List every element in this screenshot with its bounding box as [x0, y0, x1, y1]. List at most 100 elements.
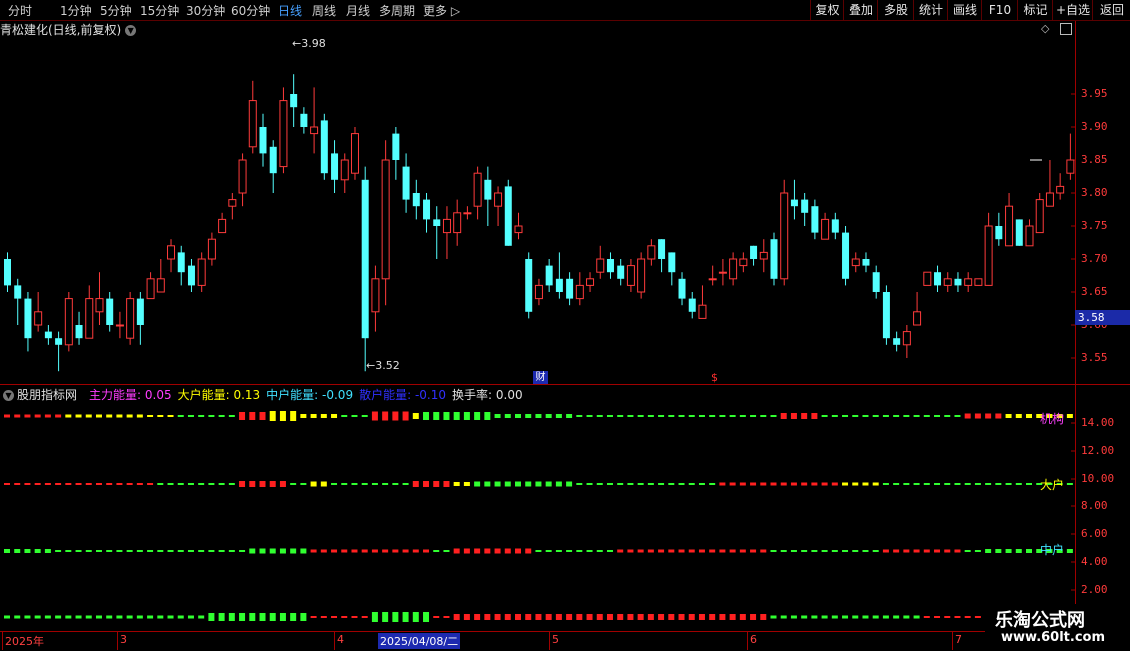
candle[interactable]	[1056, 173, 1065, 200]
candle[interactable]	[463, 206, 472, 220]
candle[interactable]	[4, 252, 11, 292]
candle[interactable]	[95, 272, 104, 325]
candle[interactable]	[913, 292, 922, 326]
candle[interactable]	[688, 292, 696, 319]
candle[interactable]	[596, 245, 605, 279]
candle[interactable]	[626, 259, 635, 292]
candle[interactable]	[423, 193, 431, 233]
candle[interactable]	[617, 259, 625, 286]
candle[interactable]	[1066, 133, 1075, 180]
candle[interactable]	[392, 127, 400, 180]
candle[interactable]	[974, 278, 983, 286]
dollar-marker[interactable]: $	[711, 371, 718, 384]
candle[interactable]	[555, 252, 563, 299]
candle[interactable]	[1035, 193, 1044, 234]
candle[interactable]	[300, 107, 308, 134]
candle[interactable]	[442, 206, 451, 259]
finance-marker[interactable]: 财	[533, 371, 548, 384]
chevron-down-icon[interactable]: ▼	[3, 390, 14, 401]
candle[interactable]	[545, 259, 553, 292]
candle[interactable]	[484, 166, 492, 226]
candle[interactable]	[862, 252, 870, 273]
candle[interactable]	[943, 272, 952, 292]
candle[interactable]	[586, 272, 595, 292]
candle[interactable]	[750, 245, 758, 266]
candle[interactable]	[340, 153, 349, 193]
candle[interactable]	[637, 252, 646, 299]
candle[interactable]	[668, 252, 676, 286]
candle[interactable]	[801, 193, 809, 226]
candle[interactable]	[412, 179, 420, 220]
candle[interactable]	[167, 239, 176, 273]
candle[interactable]	[350, 127, 359, 180]
toolbar-button[interactable]: 返回	[1092, 0, 1130, 20]
candle[interactable]	[75, 311, 83, 345]
candle[interactable]	[331, 140, 339, 193]
candle[interactable]	[902, 325, 911, 358]
candle[interactable]	[371, 265, 380, 332]
candle[interactable]	[433, 206, 441, 259]
candle[interactable]	[473, 166, 482, 220]
candle[interactable]	[238, 153, 247, 207]
candle[interactable]	[156, 259, 165, 293]
candle[interactable]	[279, 87, 288, 174]
candle[interactable]	[739, 252, 748, 273]
candle[interactable]	[678, 272, 686, 306]
candle[interactable]	[494, 186, 503, 226]
candle[interactable]	[964, 272, 973, 292]
candle[interactable]	[136, 292, 144, 345]
candle[interactable]	[984, 212, 993, 286]
candle[interactable]	[995, 212, 1003, 246]
candle[interactable]	[453, 199, 462, 246]
candle[interactable]	[381, 140, 390, 306]
candle[interactable]	[934, 265, 942, 292]
candle[interactable]	[259, 113, 267, 167]
candle[interactable]	[759, 239, 768, 273]
candle[interactable]	[811, 199, 819, 240]
candle[interactable]	[872, 265, 880, 299]
candle[interactable]	[146, 272, 155, 300]
candle[interactable]	[24, 292, 32, 352]
candle[interactable]	[14, 278, 22, 325]
candle[interactable]	[207, 232, 216, 266]
candle[interactable]	[566, 272, 574, 306]
candle[interactable]	[698, 285, 707, 319]
candle[interactable]	[310, 87, 319, 154]
candle[interactable]	[525, 252, 533, 319]
candle[interactable]	[1025, 219, 1034, 247]
candle[interactable]	[606, 252, 614, 279]
candle[interactable]	[106, 292, 114, 332]
candle[interactable]	[55, 331, 63, 372]
candle[interactable]	[504, 179, 512, 246]
candle[interactable]	[514, 212, 523, 240]
candle[interactable]	[126, 292, 135, 345]
candle[interactable]	[851, 252, 860, 273]
candle[interactable]	[729, 252, 738, 286]
candle[interactable]	[831, 212, 839, 240]
candle[interactable]	[718, 259, 727, 286]
candle[interactable]	[85, 285, 94, 339]
candle[interactable]	[770, 232, 778, 286]
candle[interactable]	[320, 113, 328, 180]
candle[interactable]	[269, 140, 277, 193]
candle[interactable]	[647, 239, 656, 266]
candle[interactable]	[821, 212, 830, 240]
candle[interactable]	[115, 311, 124, 339]
candle[interactable]	[44, 325, 52, 345]
candle[interactable]	[361, 166, 369, 372]
candle[interactable]	[290, 74, 298, 127]
candlestick-chart[interactable]	[0, 0, 1075, 640]
candle[interactable]	[658, 239, 666, 273]
selected-date[interactable]: 2025/04/08/二	[378, 633, 461, 649]
candle[interactable]	[790, 179, 798, 220]
candle[interactable]	[534, 278, 543, 306]
candle[interactable]	[708, 265, 717, 286]
candle[interactable]	[187, 259, 195, 292]
candle[interactable]	[197, 252, 206, 292]
candle[interactable]	[923, 271, 932, 286]
candle[interactable]	[1005, 193, 1014, 247]
candle[interactable]	[780, 179, 789, 286]
candle[interactable]	[1045, 160, 1054, 207]
candle[interactable]	[842, 226, 850, 286]
candle[interactable]	[218, 212, 227, 234]
